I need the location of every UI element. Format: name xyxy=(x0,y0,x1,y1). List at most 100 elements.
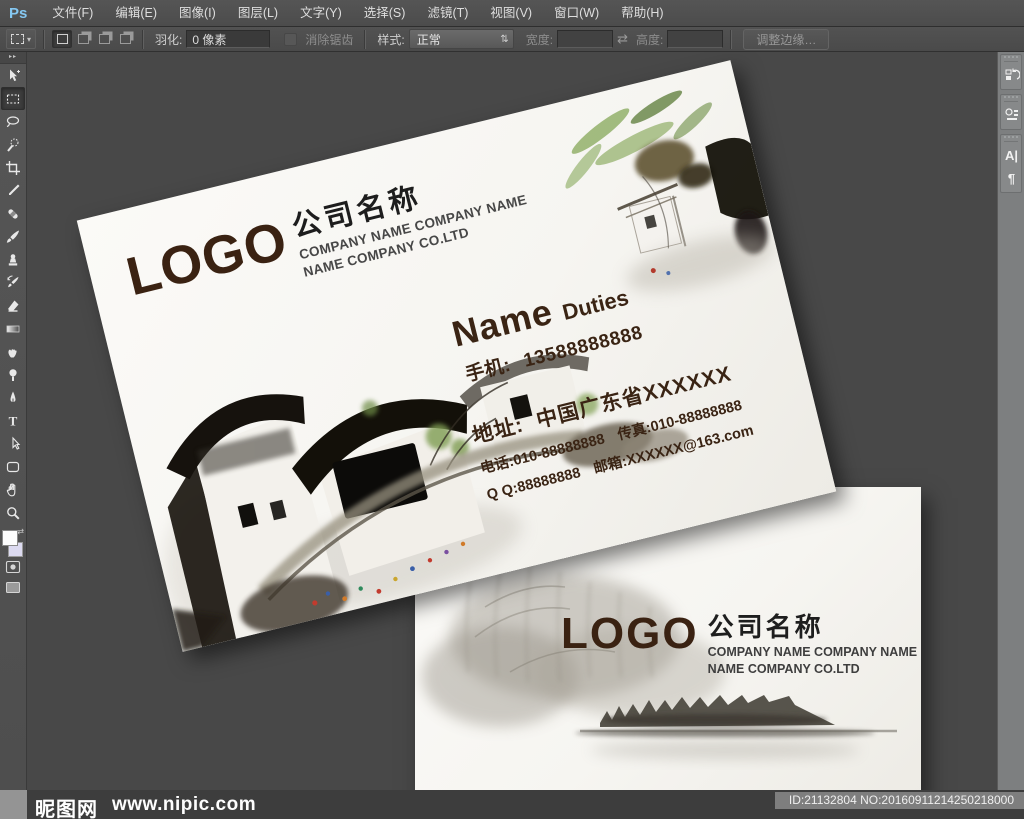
shape-tool[interactable] xyxy=(1,455,25,478)
style-label: 样式: xyxy=(377,32,405,47)
selection-mode-buttons xyxy=(52,30,135,48)
brush-tool[interactable] xyxy=(1,225,25,248)
dock-grip[interactable] xyxy=(1004,56,1018,62)
style-value: 正常 xyxy=(416,32,441,47)
watermark-bar: 昵图网 www.nipic.com ID:21132804 NO:2016091… xyxy=(0,790,1024,819)
photoshop-logo-icon: Ps xyxy=(9,4,28,22)
quick-selection-tool[interactable] xyxy=(1,133,25,156)
gradient-icon xyxy=(6,325,20,332)
stamp-icon xyxy=(8,253,18,265)
hand-tool[interactable] xyxy=(1,478,25,501)
paragraph-panel-button[interactable]: ¶ xyxy=(1001,167,1022,189)
height-input[interactable] xyxy=(667,30,724,48)
rectangular-marquee-tool[interactable] xyxy=(1,87,25,110)
toolbar-collapse-icon[interactable]: ▸▸ xyxy=(0,52,26,64)
path-select-icon xyxy=(12,436,21,450)
foreground-color-swatch[interactable] xyxy=(2,530,18,546)
move-icon xyxy=(10,69,20,81)
smudge-tool[interactable] xyxy=(1,340,25,363)
spot-healing-brush-tool[interactable] xyxy=(1,202,25,225)
move-tool[interactable] xyxy=(1,64,25,87)
lasso-icon xyxy=(6,115,20,127)
add-selection-icon xyxy=(77,34,89,44)
menu-select[interactable]: 选择(S) xyxy=(353,0,417,26)
selection-mode-new[interactable] xyxy=(52,30,73,48)
history-panel-icon xyxy=(1005,68,1020,80)
back-logo-text: LOGO xyxy=(561,609,699,658)
quick-mask-icon xyxy=(5,560,21,574)
menu-file[interactable]: 文件(F) xyxy=(41,0,104,26)
menu-image[interactable]: 图像(I) xyxy=(168,0,227,26)
quick-mask-button[interactable] xyxy=(1,557,25,577)
character-panel-button[interactable]: A| xyxy=(1001,144,1022,166)
menu-help[interactable]: 帮助(H) xyxy=(610,0,674,26)
eyedropper-icon xyxy=(9,184,20,195)
back-company-name-cn: 公司名称 xyxy=(707,612,824,642)
history-panel-button[interactable] xyxy=(1001,64,1022,86)
history-brush-tool[interactable] xyxy=(1,271,25,294)
menu-filter[interactable]: 滤镜(T) xyxy=(416,0,479,26)
intersect-selection-icon xyxy=(119,34,131,44)
spinner-icon: ⇅ xyxy=(500,33,509,45)
crop-icon xyxy=(6,160,20,175)
refine-edge-button[interactable]: 调整边缘… xyxy=(743,28,830,50)
clone-stamp-tool[interactable] xyxy=(1,248,25,271)
adjustments-panel-button[interactable] xyxy=(1001,104,1022,126)
menu-bar: Ps 文件(F) 编辑(E) 图像(I) 图层(L) 文字(Y) 选择(S) 滤… xyxy=(0,0,1024,27)
style-dropdown[interactable]: 正常 ⇅ xyxy=(408,29,514,49)
menu-view[interactable]: 视图(V) xyxy=(479,0,543,26)
selection-mode-subtract[interactable] xyxy=(94,30,114,48)
dodge-tool[interactable] xyxy=(1,363,25,386)
path-selection-tool[interactable] xyxy=(1,432,25,455)
dropdown-arrow-icon: ▾ xyxy=(27,34,32,44)
eraser-tool[interactable] xyxy=(1,294,25,317)
selection-mode-intersect[interactable] xyxy=(115,30,135,48)
dock-group-adjustments xyxy=(1000,94,1022,130)
pen-tool[interactable] xyxy=(1,386,25,409)
quick-selection-icon xyxy=(7,138,19,152)
crop-tool[interactable] xyxy=(1,156,25,179)
panel-dock: A| ¶ xyxy=(997,52,1024,790)
selection-mode-add[interactable] xyxy=(73,30,93,48)
feather-label: 羽化: xyxy=(155,32,183,47)
menu-type[interactable]: 文字(Y) xyxy=(289,0,353,26)
history-brush-icon xyxy=(7,274,19,287)
height-label: 高度: xyxy=(635,32,664,47)
back-logo-block: LOGO 公司名称 COMPANY NAME COMPANY NAME NAME… xyxy=(561,609,918,677)
paragraph-panel-icon: ¶ xyxy=(1007,170,1016,186)
marquee-icon xyxy=(11,34,24,44)
type-tool[interactable]: T xyxy=(1,409,25,432)
eyedropper-tool[interactable] xyxy=(1,179,25,202)
swap-colors-icon[interactable]: ⇄ xyxy=(17,527,24,536)
rounded-rect-icon xyxy=(6,461,20,472)
back-company-name-en1: COMPANY NAME COMPANY NAME xyxy=(707,645,918,660)
antialias-checkbox[interactable] xyxy=(284,32,298,46)
pen-icon xyxy=(10,391,16,403)
lasso-tool[interactable] xyxy=(1,110,25,133)
canvas[interactable]: LOGO 公司名称 COMPANY NAME COMPANY NAME NAME… xyxy=(27,52,997,790)
new-selection-icon xyxy=(56,34,68,44)
dodge-icon xyxy=(9,368,17,381)
screen-mode-button[interactable] xyxy=(1,577,25,597)
nipic-url: www.nipic.com xyxy=(112,794,257,815)
bandage-icon xyxy=(8,208,18,219)
smudge-icon xyxy=(8,348,17,357)
width-input[interactable] xyxy=(557,30,614,48)
dock-group-type: A| ¶ xyxy=(1000,134,1022,193)
feather-input[interactable] xyxy=(186,30,271,48)
tool-preset-picker[interactable]: ▾ xyxy=(6,29,37,49)
zoom-tool[interactable] xyxy=(1,501,25,524)
menu-window[interactable]: 窗口(W) xyxy=(543,0,610,26)
gradient-tool[interactable] xyxy=(1,317,25,340)
menu-edit[interactable]: 编辑(E) xyxy=(104,0,168,26)
width-label: 宽度: xyxy=(525,32,554,47)
swap-dimensions-icon[interactable]: ⇄ xyxy=(617,31,628,47)
dock-grip[interactable] xyxy=(1004,136,1018,142)
marquee-icon xyxy=(6,93,20,104)
dock-grip[interactable] xyxy=(1004,96,1018,102)
nipic-logo: 昵图网 xyxy=(35,799,98,819)
color-swatches: ⇄ xyxy=(1,527,25,557)
type-icon: T xyxy=(9,413,18,428)
address-label: 地址: xyxy=(470,413,527,449)
menu-layer[interactable]: 图层(L) xyxy=(227,0,289,26)
